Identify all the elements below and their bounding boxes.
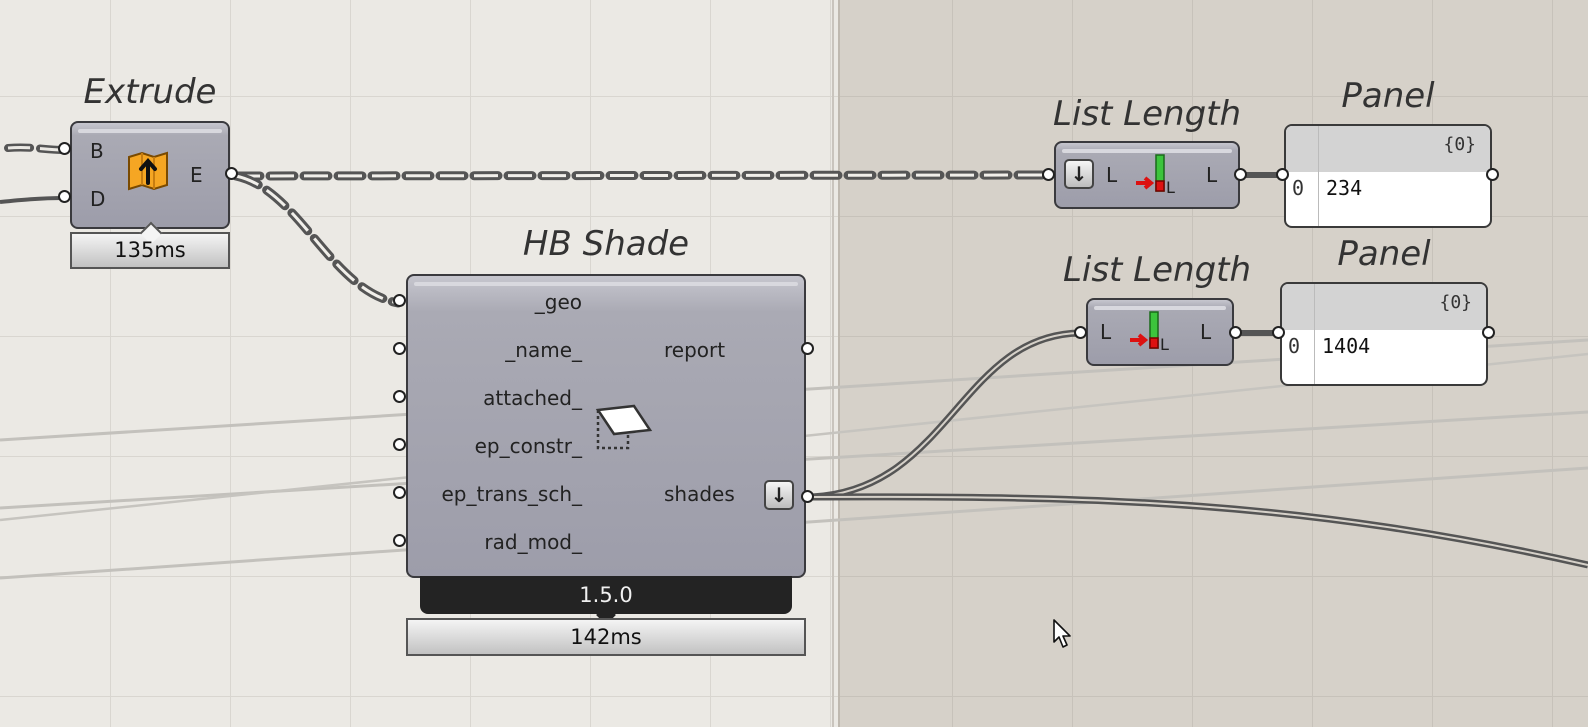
panel-2-output-port[interactable] <box>1482 326 1495 339</box>
list-length-2-output-port[interactable] <box>1229 326 1242 339</box>
list-length-icon: L <box>1130 311 1169 354</box>
panel-2-value: 1404 <box>1322 334 1371 358</box>
hb-shade-version-text: 1.5.0 <box>579 583 633 607</box>
panel-2-title: Panel <box>1337 234 1431 274</box>
hb-shade-output-shades-port[interactable] <box>801 490 814 503</box>
shade-icon <box>595 404 653 450</box>
extrude-timer-text: 135ms <box>114 238 186 262</box>
panel-1-title: Panel <box>1341 76 1435 116</box>
list-length-2-input-port[interactable] <box>1074 326 1087 339</box>
hb-shade-output-shades-label: shades <box>664 482 735 506</box>
hb-shade-input-ep-constr-port[interactable] <box>393 438 406 451</box>
extrude-input-b-label: B <box>90 139 104 163</box>
list-length-1-output-port[interactable] <box>1234 168 1247 181</box>
hb-shade-version: 1.5.0 <box>420 576 792 625</box>
list-length-1-input-port[interactable] <box>1042 168 1055 181</box>
extrude-input-d-port[interactable] <box>58 190 71 203</box>
panel-2-path: {0} <box>1439 292 1472 313</box>
hb-shade-timer: 142ms <box>406 618 806 656</box>
shades-flatten-arrow-icon[interactable]: ↓ <box>764 480 794 510</box>
extrude-output-e-label: E <box>190 163 203 187</box>
wire-shades-offscreen-inner <box>811 495 1588 566</box>
extrude-component[interactable]: B D E <box>70 121 230 229</box>
panel-1-path: {0} <box>1443 134 1476 155</box>
panel-1-index: 0 <box>1292 176 1305 200</box>
extrude-timer: 135ms <box>70 221 230 269</box>
list-length-2-component[interactable]: L L L <box>1086 298 1234 366</box>
wire-shades-to-listlength2-inner <box>811 332 1081 498</box>
hb-shade-input-attached-port[interactable] <box>393 390 406 403</box>
list-length-1-flatten-arrow-icon[interactable]: ↓ <box>1064 159 1094 189</box>
hb-shade-title: HB Shade <box>522 224 690 264</box>
extrude-title: Extrude <box>83 72 217 112</box>
svg-text:L: L <box>1166 178 1175 197</box>
panel-1-output-port[interactable] <box>1486 168 1499 181</box>
svg-text:L: L <box>1160 335 1169 354</box>
hb-shade-input-name-label: _name_ <box>505 338 582 362</box>
extrude-output-e-port[interactable] <box>225 167 238 180</box>
hb-shade-input-geo-port[interactable] <box>393 294 406 307</box>
extrude-input-d-label: D <box>90 187 106 211</box>
wire-extrude-to-geo-inner <box>235 174 399 305</box>
panel-2-index: 0 <box>1288 334 1301 358</box>
list-length-2-output-label: L <box>1200 320 1212 344</box>
hb-shade-input-ep-trans-sch-label: ep_trans_sch_ <box>441 482 582 506</box>
wire-shades-to-listlength2 <box>811 329 1081 501</box>
hb-shade-output-report-port[interactable] <box>801 342 814 355</box>
extrude-icon <box>128 151 168 191</box>
list-length-1-title: List Length <box>1052 94 1242 134</box>
hb-shade-input-ep-constr-label: ep_constr_ <box>474 434 582 458</box>
list-length-1-input-label: L <box>1106 163 1118 187</box>
panel-1-input-port[interactable] <box>1276 168 1289 181</box>
hb-shade-input-ep-trans-sch-port[interactable] <box>393 486 406 499</box>
hb-shade-component[interactable]: _geo _name_ attached_ ep_constr_ ep_tran… <box>406 274 806 578</box>
panel-1[interactable]: {0} 0 234 <box>1284 124 1492 228</box>
list-length-2-input-label: L <box>1100 320 1112 344</box>
hb-shade-input-rad-mod-port[interactable] <box>393 534 406 547</box>
hb-shade-output-report-label: report <box>664 338 726 362</box>
list-length-1-component[interactable]: ↓ L L L <box>1054 141 1240 209</box>
hb-shade-input-rad-mod-label: rad_mod_ <box>484 530 582 554</box>
hb-shade-input-name-port[interactable] <box>393 342 406 355</box>
hb-shade-input-attached-label: attached_ <box>483 386 582 410</box>
hb-shade-timer-text: 142ms <box>570 625 642 649</box>
list-length-1-output-label: L <box>1206 163 1218 187</box>
panel-2-input-port[interactable] <box>1272 326 1285 339</box>
list-length-icon: L <box>1136 154 1175 197</box>
list-length-2-title: List Length <box>1062 250 1252 290</box>
panel-1-value: 234 <box>1326 176 1363 200</box>
panel-2[interactable]: {0} 0 1404 <box>1280 282 1488 386</box>
hb-shade-input-geo-label: _geo <box>534 290 582 314</box>
extrude-input-b-port[interactable] <box>58 142 71 155</box>
wire-extrude-d <box>0 196 65 204</box>
mouse-cursor-icon <box>1053 619 1071 648</box>
